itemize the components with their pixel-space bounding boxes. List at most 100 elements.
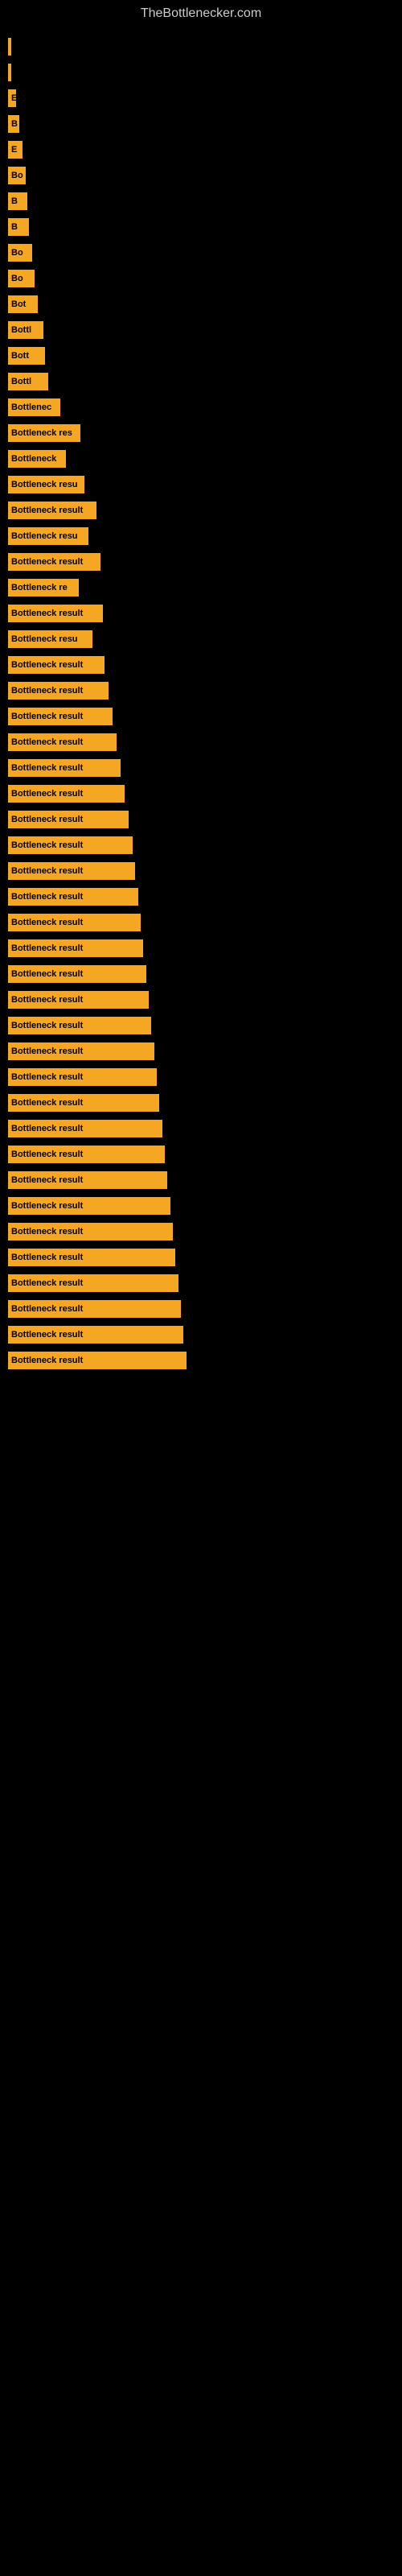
bar-row: Bottleneck resu	[8, 525, 402, 547]
bar-label: Bottlenec	[11, 402, 51, 412]
bar-item: Bottleneck result	[8, 1171, 167, 1189]
bar-item: B	[8, 192, 27, 210]
bar-label: Bottleneck result	[11, 1098, 83, 1108]
bar-label: Bottleneck result	[11, 866, 83, 876]
bar-item: Bottleneck resu	[8, 527, 88, 545]
bar-row: Bottleneck result	[8, 757, 402, 779]
bar-row: Bottleneck result	[8, 989, 402, 1011]
bar-label: Bottleneck result	[11, 737, 83, 747]
bar-label: Bottleneck result	[11, 1072, 83, 1082]
bar-label: E	[11, 93, 16, 103]
bar-item: Bottleneck result	[8, 939, 143, 957]
bar-item: Bottleneck result	[8, 1068, 157, 1086]
bar-label: Bottleneck result	[11, 609, 83, 618]
bar-label: Bottleneck result	[11, 892, 83, 902]
bar-label: Bottleneck result	[11, 1124, 83, 1133]
bar-item: Bottleneck result	[8, 502, 96, 519]
bar-item: Bottleneck result	[8, 605, 103, 622]
bar-label: Bottleneck resu	[11, 480, 78, 489]
bar-label: Bottleneck res	[11, 428, 72, 438]
bar-label: Bottleneck result	[11, 1201, 83, 1211]
bar-row: Bottleneck result	[8, 782, 402, 805]
bar-row: Bo	[8, 164, 402, 187]
bar-item: Bottlenec	[8, 398, 60, 416]
bar-row: Bo	[8, 267, 402, 290]
bar-label: Bottleneck result	[11, 1253, 83, 1262]
bar-item: Bo	[8, 167, 26, 184]
bar-row: Bottleneck result	[8, 860, 402, 882]
bar-item: Bottleneck result	[8, 1326, 183, 1344]
bar-item: Bottleneck result	[8, 759, 121, 777]
bar-label: Bottleneck result	[11, 686, 83, 696]
bar-row: Bottleneck result	[8, 1169, 402, 1191]
bar-row: Bottl	[8, 319, 402, 341]
bar-item: Bottleneck result	[8, 888, 138, 906]
bar-item: Bottleneck result	[8, 1223, 173, 1241]
bar-item: Bottleneck result	[8, 1352, 187, 1369]
bar-label: B	[11, 119, 18, 129]
bar-row: Bottleneck result	[8, 654, 402, 676]
bar-item: Bottleneck result	[8, 862, 135, 880]
bar-label: Bot	[11, 299, 26, 309]
bar-item: E	[8, 141, 23, 159]
bar-row: Bottleneck result	[8, 963, 402, 985]
bar-row: Bottleneck result	[8, 1143, 402, 1166]
bar-label: Bottleneck result	[11, 763, 83, 773]
bar-row: B	[8, 190, 402, 213]
bar-row: Bottleneck re	[8, 576, 402, 599]
bar-label: Bo	[11, 171, 23, 180]
bar-row: Bottleneck result	[8, 808, 402, 831]
bar-item: Bott	[8, 347, 45, 365]
bar-row: Bottleneck result	[8, 937, 402, 960]
bar-row: Bottleneck result	[8, 679, 402, 702]
bar-item: Bot	[8, 295, 38, 313]
bar-label: Bottleneck result	[11, 1356, 83, 1365]
bar-label: B	[11, 222, 18, 232]
bar-label: Bottleneck resu	[11, 634, 78, 644]
bar-item: Bottleneck re	[8, 579, 79, 597]
bar-label: Bottleneck	[11, 454, 56, 464]
bar-item: Bottleneck result	[8, 1274, 178, 1292]
bar-label: B	[11, 196, 18, 206]
bar-row	[8, 61, 402, 84]
bar-row: Bott	[8, 345, 402, 367]
bar-item: Bottleneck	[8, 450, 66, 468]
bar-row: Bottleneck result	[8, 551, 402, 573]
bar-row: Bottleneck result	[8, 731, 402, 753]
bar-item: Bottl	[8, 373, 48, 390]
bar-row: Bottleneck result	[8, 1323, 402, 1346]
bar-item: Bottleneck result	[8, 1042, 154, 1060]
bar-label: Bottleneck result	[11, 1046, 83, 1056]
bars-container: EBEBoBBBoBoBotBottlBottBottlBottlenecBot…	[0, 27, 402, 1383]
bar-label: Bottleneck result	[11, 1227, 83, 1236]
bar-row: Bottleneck res	[8, 422, 402, 444]
bar-row: Bottleneck result	[8, 499, 402, 522]
bar-item: B	[8, 218, 29, 236]
bar-row: Bottleneck result	[8, 1246, 402, 1269]
bar-row: Bottleneck result	[8, 1040, 402, 1063]
bar-item: Bottleneck result	[8, 914, 141, 931]
bar-row: Bottleneck result	[8, 886, 402, 908]
bar-label: Bottleneck result	[11, 918, 83, 927]
bar-row: Bottleneck resu	[8, 628, 402, 650]
bar-label: Bottleneck result	[11, 660, 83, 670]
bar-row: E	[8, 138, 402, 161]
bar-label: Bottleneck result	[11, 840, 83, 850]
bar-item: Bottleneck resu	[8, 630, 92, 648]
bar-item: B	[8, 115, 19, 133]
bar-label: Bottleneck result	[11, 1330, 83, 1340]
bar-row: Bottleneck result	[8, 1349, 402, 1372]
bar-item: Bottleneck result	[8, 1249, 175, 1266]
bar-item: Bottleneck result	[8, 708, 113, 725]
bar-label: Bottleneck result	[11, 1021, 83, 1030]
bar-label: Bottleneck re	[11, 583, 68, 592]
bar-row: Bottleneck result	[8, 1220, 402, 1243]
bar-item: Bottl	[8, 321, 43, 339]
bar-label: Bottleneck result	[11, 712, 83, 721]
bar-item: Bottleneck result	[8, 682, 109, 700]
bar-item: Bottleneck result	[8, 991, 149, 1009]
bar-row: Bottleneck resu	[8, 473, 402, 496]
bar-row: Bottleneck result	[8, 1014, 402, 1037]
bar-item: Bottleneck result	[8, 1120, 162, 1137]
bar-item: Bottleneck result	[8, 1197, 170, 1215]
